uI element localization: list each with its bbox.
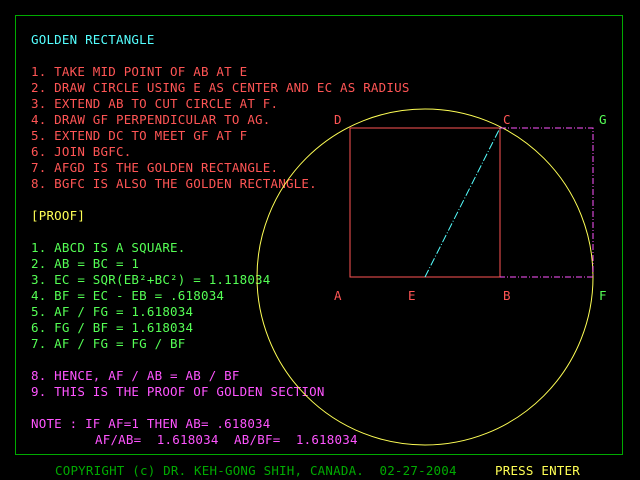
point-label-f: F: [599, 288, 607, 303]
point-label-g: G: [599, 112, 607, 127]
diagonal-ec: [424, 127, 501, 278]
point-label-b: B: [503, 288, 511, 303]
point-label-e: E: [408, 288, 416, 303]
press-enter-prompt[interactable]: PRESS ENTER: [495, 463, 580, 479]
point-label-c: C: [503, 112, 511, 127]
point-label-d: D: [334, 112, 342, 127]
point-label-a: A: [334, 288, 342, 303]
copyright: COPYRIGHT (c) DR. KEH-GONG SHIH, CANADA.…: [55, 463, 457, 478]
golden-rect-extension: [500, 127, 594, 278]
golden-rectangle-diagram: [256, 108, 594, 446]
square-abcd: [349, 127, 501, 278]
